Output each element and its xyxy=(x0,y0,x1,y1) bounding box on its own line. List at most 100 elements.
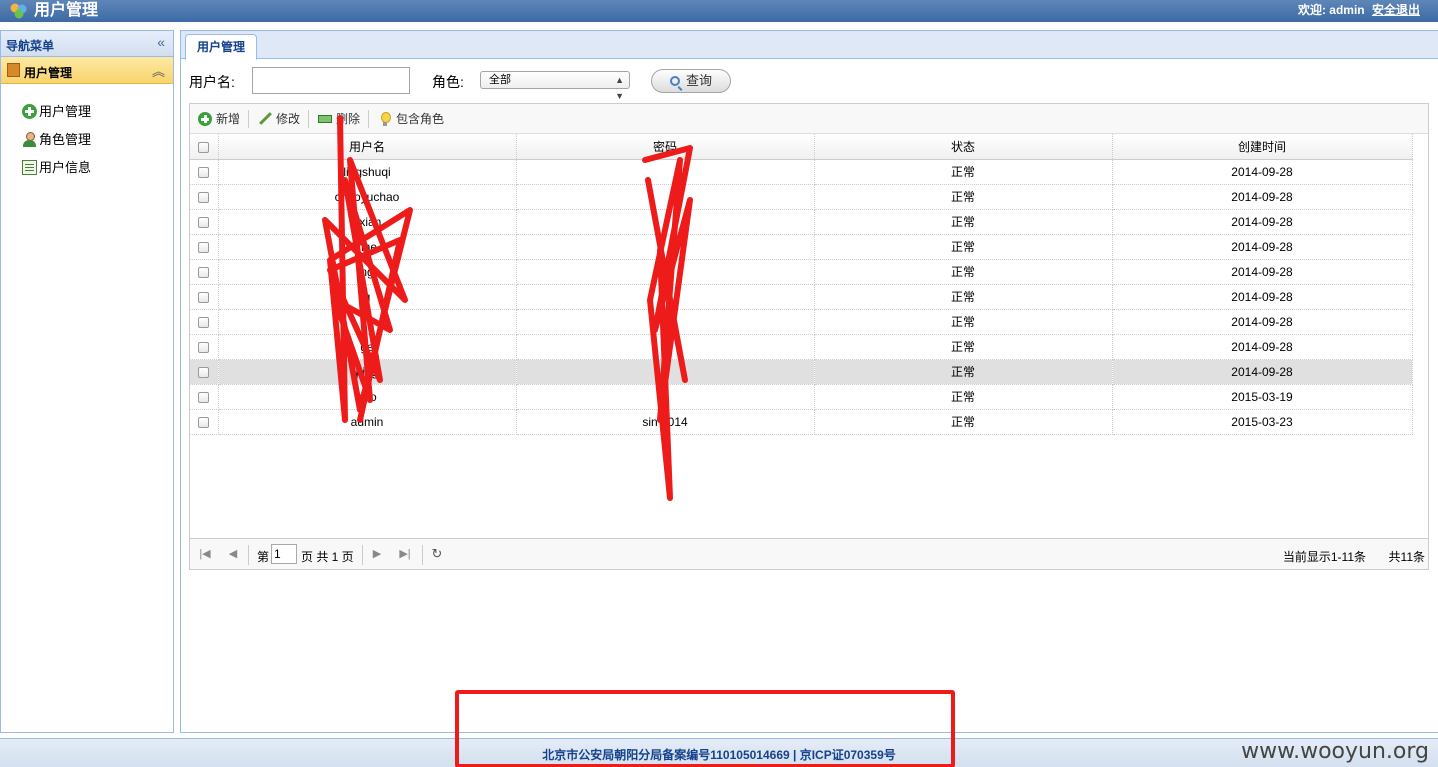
cell-username: admin xyxy=(218,409,517,435)
cell-username: cao xyxy=(218,384,517,410)
row-checkbox[interactable] xyxy=(198,266,210,278)
next-page-icon[interactable]: ▶ xyxy=(370,547,384,561)
pagination-bar: |◀ ◀ 第 页 共 1 页 ▶ ▶| ↻ 当前显示1-11条 共11条 xyxy=(190,538,1428,569)
previous-page-icon[interactable]: ◀ xyxy=(226,547,240,561)
logout-link[interactable]: 安全退出 xyxy=(1372,3,1420,17)
table-row[interactable]: ping 正常 2014-09-28 xyxy=(190,359,1413,385)
user-icon xyxy=(22,132,37,147)
row-checkbox[interactable] xyxy=(198,366,210,378)
row-checkbox[interactable] xyxy=(198,216,210,228)
row-checkbox-cell xyxy=(190,259,219,285)
cell-status: 正常 xyxy=(814,259,1113,285)
cell-username: g xyxy=(218,284,517,310)
tab-strip: 用户管理 xyxy=(181,31,1438,60)
row-checkbox[interactable] xyxy=(198,241,210,253)
cell-status: 正常 xyxy=(814,284,1113,310)
column-header-created[interactable]: 创建时间 xyxy=(1112,134,1413,160)
table-row[interactable]: chaoyuchao 正常 2014-09-28 xyxy=(190,184,1413,210)
table-row[interactable]: admin sin 2014 正常 2015-03-23 xyxy=(190,409,1413,435)
user-grid: 新增 修改 删除 包含角色 用户名 密码 状态 创建时间 lingshuqi 正常… xyxy=(189,103,1429,570)
table-row[interactable]: lingshuqi 正常 2014-09-28 xyxy=(190,159,1413,185)
nav-section-header[interactable]: 用户管理 ︽ xyxy=(1,57,173,84)
column-header-password[interactable]: 密码 xyxy=(516,134,815,160)
role-label: 角色: xyxy=(432,74,464,90)
row-checkbox[interactable] xyxy=(198,416,210,428)
row-checkbox[interactable] xyxy=(198,166,210,178)
collapse-up-icon[interactable]: ︽ xyxy=(152,61,165,80)
cell-password xyxy=(516,334,815,360)
pager-divider xyxy=(248,545,249,565)
toolbar-divider xyxy=(248,110,249,128)
row-checkbox-cell xyxy=(190,409,219,435)
nav-item-label: 用户信息 xyxy=(39,160,92,175)
nav-section-title: 用户管理 xyxy=(24,66,73,80)
table-row[interactable]: cao 3 正常 2015-03-19 xyxy=(190,384,1413,410)
cell-password xyxy=(516,234,815,260)
cell-status: 正常 xyxy=(814,384,1113,410)
table-header-row: 用户名 密码 状态 创建时间 xyxy=(190,134,1413,160)
cell-username: ge xyxy=(218,334,517,360)
nav-item-user-info[interactable]: 用户信息 xyxy=(1,154,173,182)
row-checkbox[interactable] xyxy=(198,391,210,403)
refresh-icon[interactable]: ↻ xyxy=(430,547,444,561)
pencil-icon xyxy=(258,112,272,126)
column-header-status[interactable]: 状态 xyxy=(814,134,1113,160)
cell-password: sin 2014 xyxy=(516,409,815,435)
search-bar: 用户名: 角色: 全部 ▲ ▼ 查询 xyxy=(189,67,1429,101)
pager-total: 共11条 xyxy=(1388,550,1425,564)
cell-password: 3 xyxy=(516,259,815,285)
table-row[interactable]: nhe 正常 2014-09-28 xyxy=(190,234,1413,260)
edit-button[interactable]: 修改 xyxy=(258,109,300,129)
cell-created: 2015-03-23 xyxy=(1112,409,1413,435)
add-icon xyxy=(198,112,212,126)
include-role-button[interactable]: 包含角色 xyxy=(378,109,444,129)
cell-username: chaoyuchao xyxy=(218,184,517,210)
table-row[interactable]: gxian 正常 2014-09-28 xyxy=(190,209,1413,235)
nav-header-title: 导航菜单 xyxy=(6,39,55,53)
cell-password xyxy=(516,159,815,185)
cell-username: ping xyxy=(218,359,517,385)
role-select-value: 全部 xyxy=(489,74,511,86)
welcome-area: 欢迎: admin 安全退出 xyxy=(1298,0,1420,20)
tab-user-management[interactable]: 用户管理 xyxy=(185,34,257,60)
query-button[interactable]: 查询 xyxy=(651,69,731,93)
cell-created: 2014-09-28 xyxy=(1112,309,1413,335)
collapse-left-icon[interactable]: « xyxy=(157,34,165,50)
table-row[interactable]: ge 正常 2014-09-28 xyxy=(190,334,1413,360)
cell-status: 正常 xyxy=(814,234,1113,260)
cell-password xyxy=(516,359,815,385)
cell-created: 2014-09-28 xyxy=(1112,259,1413,285)
cell-created: 2014-09-28 xyxy=(1112,334,1413,360)
table-row[interactable]: ng 3 正常 2014-09-28 xyxy=(190,259,1413,285)
navigation-panel: 导航菜单 « 用户管理 ︽ 用户管理 角色管理 用户信息 xyxy=(0,30,174,733)
cell-password xyxy=(516,284,815,310)
lightbulb-icon xyxy=(378,112,392,126)
cell-created: 2014-09-28 xyxy=(1112,284,1413,310)
role-select[interactable]: 全部 ▲ ▼ xyxy=(480,71,630,101)
search-icon xyxy=(669,76,680,86)
row-checkbox-cell xyxy=(190,209,219,235)
row-checkbox[interactable] xyxy=(198,341,210,353)
nav-item-user-management[interactable]: 用户管理 xyxy=(1,98,173,126)
nav-item-role-management[interactable]: 角色管理 xyxy=(1,126,173,154)
first-page-icon[interactable]: |◀ xyxy=(198,547,212,561)
last-page-icon[interactable]: ▶| xyxy=(398,547,412,561)
select-all-checkbox[interactable] xyxy=(198,141,210,153)
nav-item-label: 用户管理 xyxy=(39,104,92,119)
page-number-input[interactable] xyxy=(271,544,297,564)
cell-status: 正常 xyxy=(814,184,1113,210)
delete-button[interactable]: 删除 xyxy=(318,109,360,129)
cell-username: gxian xyxy=(218,209,517,235)
row-checkbox[interactable] xyxy=(198,316,210,328)
add-button[interactable]: 新增 xyxy=(198,109,240,129)
row-checkbox[interactable] xyxy=(198,191,210,203)
table-row[interactable]: g 正常 2014-09-28 xyxy=(190,284,1413,310)
table-row[interactable]: uo 正常 2014-09-28 xyxy=(190,309,1413,335)
username-input[interactable] xyxy=(252,67,410,94)
add-user-icon xyxy=(22,104,37,119)
grid-toolbar: 新增 修改 删除 包含角色 xyxy=(190,104,1428,134)
row-checkbox[interactable] xyxy=(198,291,210,303)
nav-item-label: 角色管理 xyxy=(39,132,92,147)
column-header-username[interactable]: 用户名 xyxy=(218,134,517,160)
nav-list: 用户管理 角色管理 用户信息 xyxy=(1,98,173,182)
